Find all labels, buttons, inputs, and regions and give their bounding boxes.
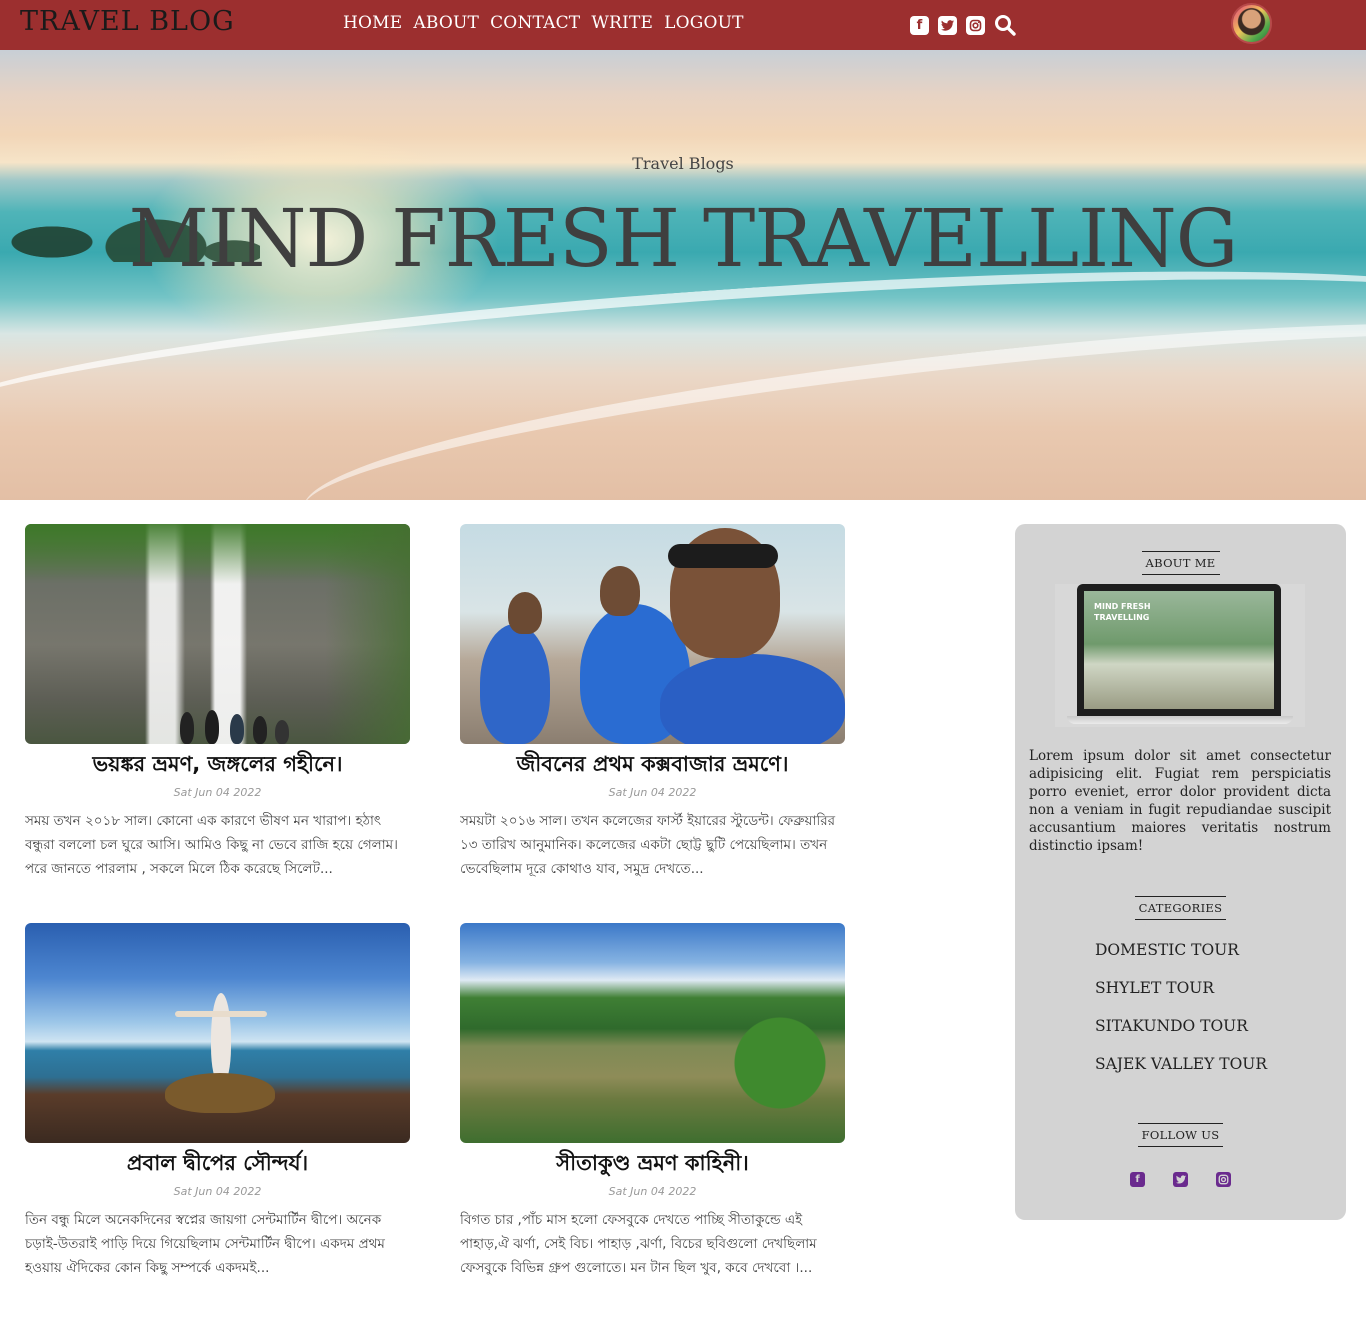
post-excerpt: তিন বন্ধু মিলে অনেকদিনের স্বপ্নের জায়গা… [25,1212,385,1276]
post-card[interactable]: জীবনের প্রথম কক্সবাজার ভ্রমণে। Sat Jun 0… [460,524,845,881]
post-card[interactable]: ভয়ঙ্কর ভ্রমণ, জঙ্গলের গহীনে। Sat Jun 04… [25,524,410,881]
post-date: Sat Jun 04 2022 [608,1185,697,1198]
sidebar: ABOUT ME MIND FRESH TRAVELLING Lorem ips… [1015,524,1346,1220]
laptop-image: MIND FRESH TRAVELLING [1077,584,1281,716]
hero-title: MIND FRESH TRAVELLING [128,192,1239,285]
hero-banner: Travel Blogs MIND FRESH TRAVELLING [0,50,1366,500]
category-domestic-tour[interactable]: DOMESTIC TOUR [1095,941,1267,979]
categories-heading: CATEGORIES [1015,896,1346,920]
main-nav: HOME ABOUT CONTACT WRITE LOGOUT [343,13,744,33]
about-image: MIND FRESH TRAVELLING [1055,584,1305,727]
nav-home[interactable]: HOME [343,13,402,33]
post-title[interactable]: সীতাকুণ্ড ভ্রমণ কাহিনী। [460,1149,845,1177]
site-logo[interactable]: TRAVEL BLOG [20,6,235,37]
post-image-lake[interactable] [460,923,845,1143]
category-sajek-valley-tour[interactable]: SAJEK VALLEY TOUR [1095,1055,1267,1093]
post-excerpt: সময়টা ২০১৬ সাল। তখন কলেজের ফার্স্ট ইয়া… [460,813,836,877]
nav-about[interactable]: ABOUT [413,13,479,33]
nav-write[interactable]: WRITE [591,13,653,33]
about-text: Lorem ipsum dolor sit amet consectetur a… [1029,748,1331,854]
post-excerpt: বিগত চার ,পাঁচ মাস হলো ফেসবুকে দেখতে পাচ… [460,1212,817,1276]
avatar[interactable] [1231,3,1272,44]
twitter-square-icon[interactable] [1173,1172,1188,1187]
instagram-icon[interactable] [966,15,985,35]
post-title[interactable]: প্রবাল দ্বীপের সৌন্দর্য। [25,1149,410,1177]
post-excerpt: সময় তখন ২০১৮ সাল। কোনো এক কারণে ভীষণ মন… [25,813,398,877]
search-icon[interactable] [994,14,1018,36]
post-image-beach-selfie[interactable] [460,524,845,744]
top-bar: TRAVEL BLOG HOME ABOUT CONTACT WRITE LOG… [0,0,1366,50]
header-social-links: f [910,14,1018,36]
about-heading: ABOUT ME [1015,551,1346,575]
post-card[interactable]: সীতাকুণ্ড ভ্রমণ কাহিনী। Sat Jun 04 2022 … [460,923,845,1280]
category-list: DOMESTIC TOUR SHYLET TOUR SITAKUNDO TOUR… [1095,941,1267,1093]
post-image-waterfall[interactable] [25,524,410,744]
follow-social-links: f [1015,1172,1346,1187]
nav-logout[interactable]: LOGOUT [664,13,744,33]
category-sitakundo-tour[interactable]: SITAKUNDO TOUR [1095,1017,1267,1055]
twitter-square-icon[interactable] [938,15,957,35]
hero-subtitle: Travel Blogs [632,154,734,173]
facebook-square-icon[interactable]: f [1130,1172,1145,1187]
instagram-icon[interactable] [1216,1172,1231,1187]
post-card[interactable]: প্রবাল দ্বীপের সৌন্দর্য। Sat Jun 04 2022… [25,923,410,1280]
nav-contact[interactable]: CONTACT [490,13,580,33]
post-title[interactable]: জীবনের প্রথম কক্সবাজার ভ্রমণে। [460,750,845,778]
follow-heading: FOLLOW US [1015,1123,1346,1147]
post-title[interactable]: ভয়ঙ্কর ভ্রমণ, জঙ্গলের গহীনে। [25,750,410,778]
post-date: Sat Jun 04 2022 [173,1185,262,1198]
post-image-island[interactable] [25,923,410,1143]
post-date: Sat Jun 04 2022 [608,786,697,799]
category-shylet-tour[interactable]: SHYLET TOUR [1095,979,1267,1017]
facebook-square-icon[interactable]: f [910,15,929,35]
laptop-screen-text: MIND FRESH TRAVELLING [1094,602,1151,622]
post-date: Sat Jun 04 2022 [173,786,262,799]
